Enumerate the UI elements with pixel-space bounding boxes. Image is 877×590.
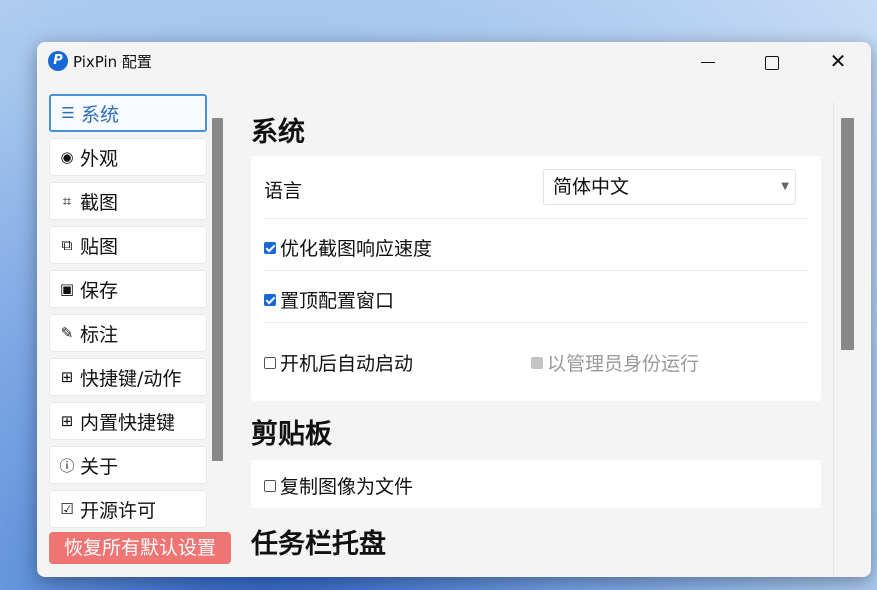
sidebar-item-label: 外观 (80, 147, 119, 170)
language-label: 语言 (264, 176, 302, 203)
sidebar-item-label: 保存 (80, 279, 119, 302)
config-window: P PixPin 配置 ✕ ☰ 系统 ◉ 外观 ⌗ 截图 ⧉ 贴图 ▣ 保存 ✎… (37, 42, 871, 577)
screenshot-icon: ⌗ (62, 192, 72, 210)
autostart-checkbox[interactable]: 开机后自动启动 (264, 349, 413, 376)
palette-icon: ◉ (60, 148, 74, 166)
chevron-down-icon: ▼ (781, 181, 789, 192)
main-scrollbar[interactable] (841, 118, 854, 350)
sidebar-item-label: 截图 (80, 191, 119, 214)
license-icon: ☑ (60, 500, 74, 518)
autostart-label: 开机后自动启动 (280, 353, 414, 375)
sidebar-item-label: 快捷键/动作 (80, 367, 182, 390)
section-title-clipboard: 剪贴板 (251, 419, 332, 450)
sidebar-item-save[interactable]: ▣ 保存 (49, 270, 207, 308)
sidebar-item-about[interactable]: ⓘ 关于 (49, 446, 207, 484)
sidebar-item-shortcuts[interactable]: ⊞ 快捷键/动作 (49, 358, 207, 396)
optimize-checkbox[interactable]: 优化截图响应速度 (264, 234, 432, 261)
checkbox-checked-icon (264, 293, 276, 306)
pin-image-icon: ⧉ (61, 236, 73, 254)
optimize-label: 优化截图响应速度 (280, 238, 433, 260)
divider (264, 218, 807, 219)
sidebar-item-label: 贴图 (80, 235, 119, 258)
sidebar-item-label: 内置快捷键 (80, 411, 176, 434)
checkbox-unchecked-icon (264, 356, 276, 369)
clipboard-card: 复制图像为文件 (251, 460, 821, 508)
section-title-tray: 任务栏托盘 (251, 529, 386, 560)
save-icon: ▣ (59, 280, 75, 298)
sidebar-item-label: 开源许可 (80, 499, 157, 522)
sidebar-item-license[interactable]: ☑ 开源许可 (49, 490, 207, 528)
title-bar[interactable]: P PixPin 配置 ✕ (37, 42, 871, 80)
info-icon: ⓘ (59, 456, 75, 475)
sidebar-item-system[interactable]: ☰ 系统 (49, 94, 207, 132)
language-select-value: 简体中文 (553, 176, 630, 198)
language-select[interactable]: 简体中文 ▼ (543, 169, 796, 205)
maximize-icon (765, 55, 779, 70)
sidebar-item-screenshot[interactable]: ⌗ 截图 (49, 182, 207, 220)
ontop-checkbox[interactable]: 置顶配置窗口 (264, 286, 394, 313)
builtin-shortcut-icon: ⊞ (60, 412, 74, 430)
sidebar-item-builtin-shortcuts[interactable]: ⊞ 内置快捷键 (49, 402, 207, 440)
checkbox-unchecked-icon (264, 479, 276, 492)
system-card: 语言 简体中文 ▼ 优化截图响应速度 置顶配置窗口 开机后自动启动 以管理员身份… (251, 156, 821, 401)
reset-defaults-button[interactable]: 恢复所有默认设置 (49, 532, 231, 564)
sidebar-item-label: 关于 (80, 455, 119, 478)
divider (264, 270, 807, 271)
section-title-system: 系统 (251, 117, 305, 148)
sidebar-item-label: 标注 (80, 323, 119, 346)
sliders-icon: ☰ (61, 104, 75, 122)
divider (264, 322, 807, 323)
minimize-button[interactable] (678, 42, 738, 80)
minimize-icon (701, 62, 715, 63)
sidebar-item-appearance[interactable]: ◉ 外观 (49, 138, 207, 176)
ontop-label: 置顶配置窗口 (280, 290, 395, 312)
sidebar-item-label: 系统 (81, 103, 120, 126)
checkbox-checked-icon (264, 241, 276, 254)
window-title: PixPin 配置 (73, 53, 152, 71)
sidebar-item-pin[interactable]: ⧉ 贴图 (49, 226, 207, 264)
language-label-text: 语言 (264, 180, 303, 202)
main-scroll-track (833, 102, 834, 577)
close-button[interactable]: ✕ (808, 42, 868, 80)
run-as-admin-checkbox: 以管理员身份运行 (531, 349, 699, 376)
copy-as-file-label: 复制图像为文件 (280, 476, 414, 498)
pencil-icon: ✎ (60, 324, 74, 342)
run-as-admin-label: 以管理员身份运行 (547, 353, 700, 375)
sidebar-scrollbar[interactable] (212, 118, 223, 461)
copy-as-file-checkbox[interactable]: 复制图像为文件 (264, 472, 413, 499)
close-icon: ✕ (829, 49, 847, 73)
shortcut-icon: ⊞ (60, 368, 74, 386)
sidebar-item-annotate[interactable]: ✎ 标注 (49, 314, 207, 352)
pixpin-logo-icon: P (48, 51, 68, 71)
sidebar-nav: ☰ 系统 ◉ 外观 ⌗ 截图 ⧉ 贴图 ▣ 保存 ✎ 标注 ⊞ 快捷键/动作 ⊞ (49, 94, 207, 534)
maximize-button[interactable] (742, 42, 802, 80)
checkbox-disabled-icon (531, 356, 543, 369)
